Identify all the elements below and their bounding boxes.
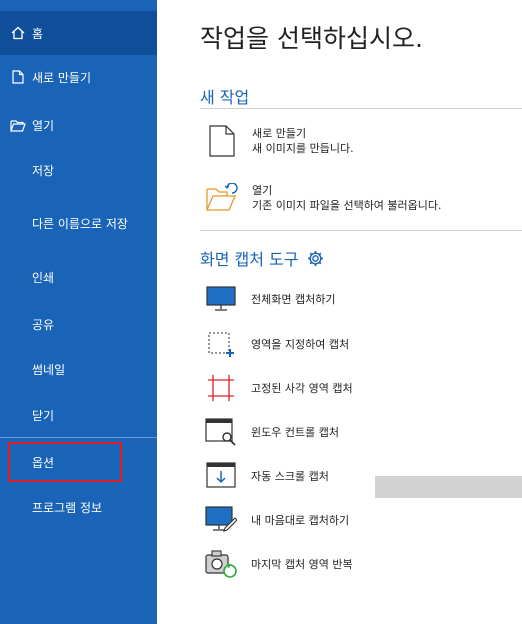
sidebar-item-print[interactable]: 인쇄 bbox=[0, 259, 157, 295]
capture-region[interactable]: 영역을 지정하여 캡처 bbox=[205, 330, 349, 358]
capture-repeat-last[interactable]: 마지막 캡처 영역 반복 bbox=[205, 550, 353, 578]
capture-label: 내 마음대로 캡처하기 bbox=[251, 514, 350, 527]
open-folder-icon bbox=[205, 181, 239, 215]
region-capture-icon bbox=[205, 330, 237, 358]
auto-scroll-capture-icon bbox=[205, 462, 237, 490]
capture-fullscreen[interactable]: 전체화면 캡처하기 bbox=[205, 285, 335, 313]
capture-label: 영역을 지정하여 캡처 bbox=[251, 338, 350, 351]
action-title: 새로 만들기 bbox=[252, 127, 307, 140]
sidebar-item-share[interactable]: 공유 bbox=[0, 306, 157, 342]
section-title-text: 화면 캡처 도구 bbox=[200, 250, 299, 269]
blank-document-icon bbox=[205, 124, 239, 158]
new-image-action[interactable]: 새로 만들기 새 이미지를 만듭니다. bbox=[205, 124, 354, 158]
capture-label: 마지막 캡처 영역 반복 bbox=[251, 558, 353, 571]
sidebar-item-close[interactable]: 닫기 bbox=[0, 397, 157, 433]
sidebar: 홈 새로 만들기 열기 저장 다른 이름으로 저장 인쇄 공유 썸네일 닫기 옵… bbox=[0, 0, 157, 624]
sidebar-item-label: 인쇄 bbox=[32, 270, 55, 285]
section-divider bbox=[200, 108, 522, 109]
new-task-section-title: 새 작업 bbox=[200, 84, 249, 108]
action-title: 열기 bbox=[252, 184, 273, 197]
capture-window-control[interactable]: 윈도우 컨트롤 캡처 bbox=[205, 418, 339, 446]
fullscreen-capture-icon bbox=[205, 285, 237, 313]
sidebar-item-save-as[interactable]: 다른 이름으로 저장 bbox=[0, 205, 157, 241]
fixed-rect-capture-icon bbox=[205, 374, 237, 402]
sidebar-item-home[interactable]: 홈 bbox=[0, 15, 157, 51]
scroll-indicator-bar bbox=[375, 476, 522, 498]
sidebar-item-thumbnail[interactable]: 썸네일 bbox=[0, 351, 157, 387]
capture-fixed-rect[interactable]: 고정된 사각 영역 캡처 bbox=[205, 374, 353, 402]
action-description: 기존 이미지 파일을 선택하여 불러옵니다. bbox=[252, 199, 442, 212]
sidebar-item-label: 공유 bbox=[32, 317, 55, 332]
home-icon bbox=[10, 25, 26, 41]
sidebar-item-label: 홈 bbox=[32, 26, 44, 41]
capture-label: 윈도우 컨트롤 캡처 bbox=[251, 426, 339, 439]
capture-label: 자동 스크롤 캡처 bbox=[251, 470, 329, 483]
sidebar-item-save[interactable]: 저장 bbox=[0, 152, 157, 188]
sidebar-item-about[interactable]: 프로그램 정보 bbox=[0, 489, 157, 525]
window-control-capture-icon bbox=[205, 418, 237, 446]
main-panel: 작업을 선택하십시오. 새 작업 새로 만들기 새 이미지를 만듭니다. 열기 … bbox=[157, 0, 522, 624]
gear-icon[interactable] bbox=[307, 250, 324, 267]
section-divider bbox=[200, 230, 522, 231]
capture-section-title: 화면 캡처 도구 bbox=[200, 246, 324, 270]
open-image-action[interactable]: 열기 기존 이미지 파일을 선택하여 불러옵니다. bbox=[205, 181, 442, 215]
folder-open-icon bbox=[10, 117, 26, 133]
sidebar-item-label: 프로그램 정보 bbox=[32, 500, 103, 515]
sidebar-item-label: 다른 이름으로 저장 bbox=[32, 216, 128, 231]
sidebar-item-label: 열기 bbox=[32, 118, 55, 133]
capture-auto-scroll[interactable]: 자동 스크롤 캡처 bbox=[205, 462, 329, 490]
action-description: 새 이미지를 만듭니다. bbox=[252, 142, 354, 155]
sidebar-item-label: 썸네일 bbox=[32, 362, 66, 377]
capture-freehand[interactable]: 내 마음대로 캡처하기 bbox=[205, 506, 349, 534]
freehand-capture-icon bbox=[205, 506, 237, 534]
sidebar-item-new[interactable]: 새로 만들기 bbox=[0, 59, 157, 95]
sidebar-item-open[interactable]: 열기 bbox=[0, 107, 157, 143]
new-file-icon bbox=[10, 69, 26, 85]
sidebar-item-label: 저장 bbox=[32, 163, 55, 178]
page-title: 작업을 선택하십시오. bbox=[200, 24, 423, 53]
section-title-text: 새 작업 bbox=[200, 88, 250, 107]
sidebar-item-label: 닫기 bbox=[32, 408, 55, 423]
sidebar-item-label: 새로 만들기 bbox=[32, 70, 92, 85]
options-highlight-box bbox=[8, 442, 122, 482]
capture-label: 전체화면 캡처하기 bbox=[251, 293, 336, 306]
sidebar-divider bbox=[0, 437, 157, 438]
capture-label: 고정된 사각 영역 캡처 bbox=[251, 382, 353, 395]
repeat-last-capture-icon bbox=[205, 550, 237, 578]
